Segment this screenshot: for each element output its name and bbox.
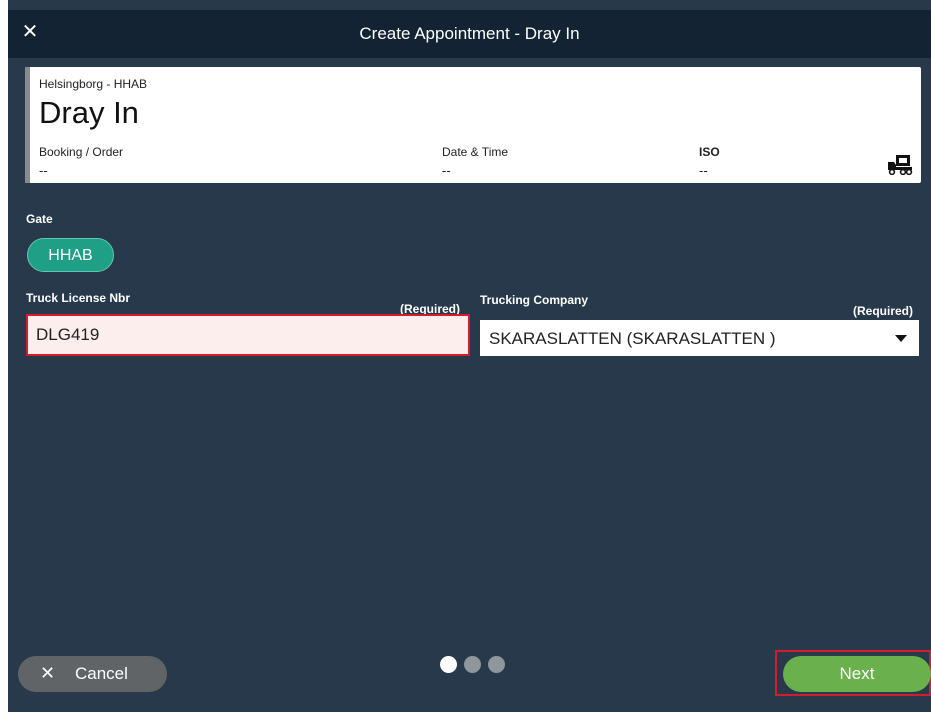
truck-license-input[interactable] [28,316,468,354]
iso-label: ISO [699,145,720,159]
trucking-company-required: (Required) [853,304,913,318]
close-icon: ✕ [40,663,56,683]
summary-accent-bar [25,67,30,183]
appointment-type: Dray In [39,95,139,130]
title-bar: ✕ Create Appointment - Dray In [8,10,931,58]
booking-order-label: Booking / Order [39,145,124,159]
truck-license-field-wrapper [26,314,470,356]
dialog-title: Create Appointment - Dray In [359,24,580,43]
truck-license-label: Truck License Nbr [26,291,131,305]
date-time-value: -- [442,163,451,178]
date-time-label: Date & Time [442,145,509,159]
page-dot-1[interactable] [440,656,457,673]
gate-label: Gate [26,212,53,226]
appointment-summary-card: Helsingborg - HHAB Dray In Booking / Ord… [25,67,921,183]
create-appointment-dialog: ✕ Create Appointment - Dray In Helsingbo… [8,0,931,712]
chevron-down-icon [895,335,907,342]
page-dot-2[interactable] [464,656,481,673]
pagination-dots [440,656,520,676]
page-dot-3[interactable] [488,656,505,673]
iso-value: -- [699,163,708,178]
cancel-button[interactable]: ✕ Cancel [18,656,167,692]
gate-chip-hhab[interactable]: HHAB [27,238,114,272]
booking-order-value: -- [39,163,48,178]
trucking-company-select[interactable]: SKARASLATTEN (SKARASLATTEN ) [480,320,919,356]
terminal-name: Helsingborg - HHAB [39,77,148,91]
truck-icon [888,155,913,175]
trucking-company-value: SKARASLATTEN (SKARASLATTEN ) [489,329,776,348]
next-button[interactable]: Next [783,656,931,692]
cancel-label: Cancel [75,664,128,683]
trucking-company-label: Trucking Company [480,293,589,307]
